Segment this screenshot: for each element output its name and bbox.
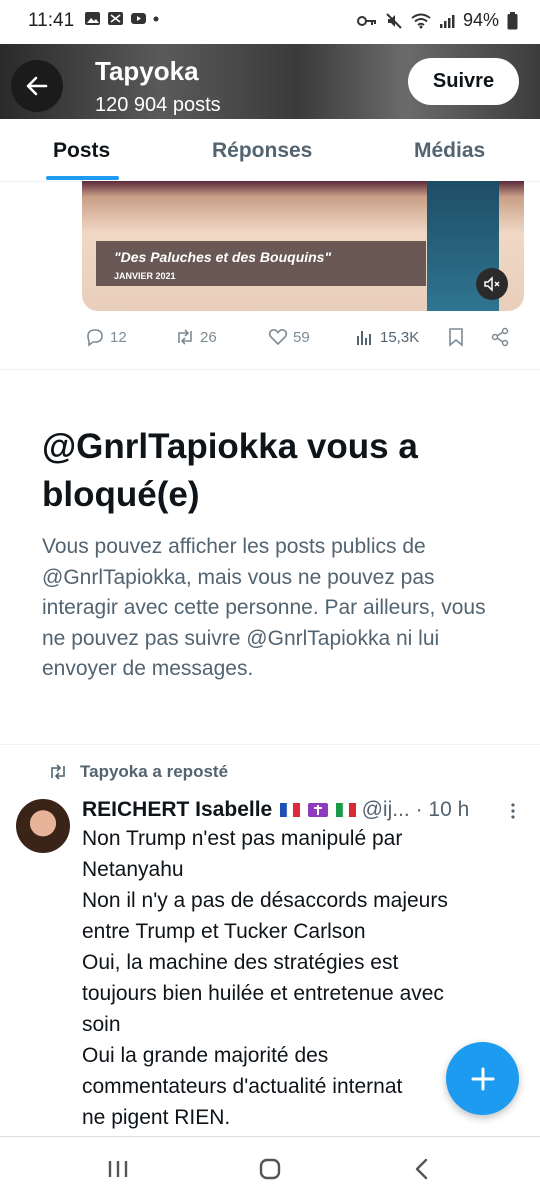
chevron-left-icon <box>415 1158 428 1180</box>
tab-replies[interactable]: Réponses <box>212 139 312 163</box>
tweet-header: REICHERT Isabelle @ij... · 10 h <box>82 798 502 826</box>
repost-button[interactable]: 26 <box>174 326 217 348</box>
mute-button[interactable] <box>476 268 508 300</box>
blocked-description: Vous pouvez afficher les posts publics d… <box>42 535 486 680</box>
plus-icon <box>471 1067 494 1090</box>
home-button[interactable] <box>256 1155 284 1183</box>
tweet-body: Non Trump n'est pas manipulé par Netanya… <box>82 827 448 1129</box>
key-icon <box>356 15 376 26</box>
flag-france-icon <box>280 803 301 818</box>
status-left-icons <box>84 11 159 26</box>
back-nav-button[interactable] <box>408 1155 436 1183</box>
repost-count: 26 <box>200 328 217 346</box>
repost-icon <box>51 764 65 780</box>
scissors-icon <box>108 12 123 25</box>
repost-icon <box>178 329 192 345</box>
youtube-icon <box>131 13 146 24</box>
analytics-icon <box>357 331 371 345</box>
status-right: 94% <box>356 10 518 31</box>
bookmark-icon <box>449 328 463 347</box>
image-icon <box>85 12 100 25</box>
tab-media[interactable]: Médias <box>414 139 485 163</box>
battery-percent: 94% <box>462 10 499 30</box>
tweet-time: · 10 h <box>415 798 470 821</box>
reply-count: 12 <box>110 328 127 346</box>
home-icon <box>259 1158 281 1180</box>
like-button[interactable]: 59 <box>267 326 310 348</box>
system-nav-bar <box>0 1136 540 1200</box>
arrow-left-icon <box>26 76 48 96</box>
avatar[interactable] <box>16 799 70 853</box>
like-count: 59 <box>293 328 310 346</box>
post-count: 120 904 posts <box>95 94 221 116</box>
views-count: 15,3K <box>380 328 420 346</box>
heart-icon <box>268 329 288 346</box>
share-button[interactable] <box>489 326 511 348</box>
latin-cross-icon <box>307 803 328 818</box>
share-icon <box>491 327 509 347</box>
views-button[interactable]: 15,3K <box>354 326 419 348</box>
status-time: 11:41 <box>28 10 75 31</box>
mute-icon <box>386 12 402 29</box>
repost-indicator: Tapyoka a reposté <box>48 762 228 782</box>
back-button[interactable] <box>11 60 63 112</box>
recents-button[interactable] <box>104 1155 132 1183</box>
tab-posts[interactable]: Posts <box>53 139 110 163</box>
signal-icon <box>439 14 455 28</box>
profile-header: Tapyoka 120 904 posts Suivre <box>0 44 540 119</box>
active-tab-indicator <box>46 176 119 180</box>
flag-italy-icon <box>335 803 356 818</box>
compose-button[interactable] <box>446 1042 519 1115</box>
follow-button[interactable]: Suivre <box>408 58 519 105</box>
battery-icon <box>507 11 518 29</box>
status-bar: 11:41 94% <box>0 0 540 44</box>
tweet-author-handle[interactable]: @ij... <box>362 798 410 821</box>
recents-icon <box>108 1161 128 1177</box>
dot-icon <box>153 16 159 21</box>
media-caption-title: "Des Paluches et des Bouquins" <box>114 249 332 265</box>
post-media-video[interactable]: "Des Paluches et des Bouquins" JANVIER 2… <box>82 181 524 311</box>
blocked-title: @GnrlTapiokka vous a bloqué(e) <box>42 427 418 514</box>
more-options-icon[interactable] <box>506 801 520 821</box>
reply-button[interactable]: 12 <box>84 326 127 348</box>
media-caption-date: JANVIER 2021 <box>114 271 176 281</box>
tweet-author-name[interactable]: REICHERT Isabelle <box>82 798 272 821</box>
repost-label: Tapyoka a reposté <box>80 762 229 781</box>
profile-tabs: Posts Réponses Médias <box>0 119 540 182</box>
profile-name: Tapyoka <box>95 56 199 86</box>
wifi-icon <box>411 13 431 28</box>
volume-mute-icon <box>484 276 500 292</box>
bookmark-button[interactable] <box>445 326 467 348</box>
divider <box>0 369 540 370</box>
divider <box>0 744 540 745</box>
post-actions: 12 26 59 15,3K <box>0 322 540 354</box>
reply-icon <box>87 329 103 347</box>
